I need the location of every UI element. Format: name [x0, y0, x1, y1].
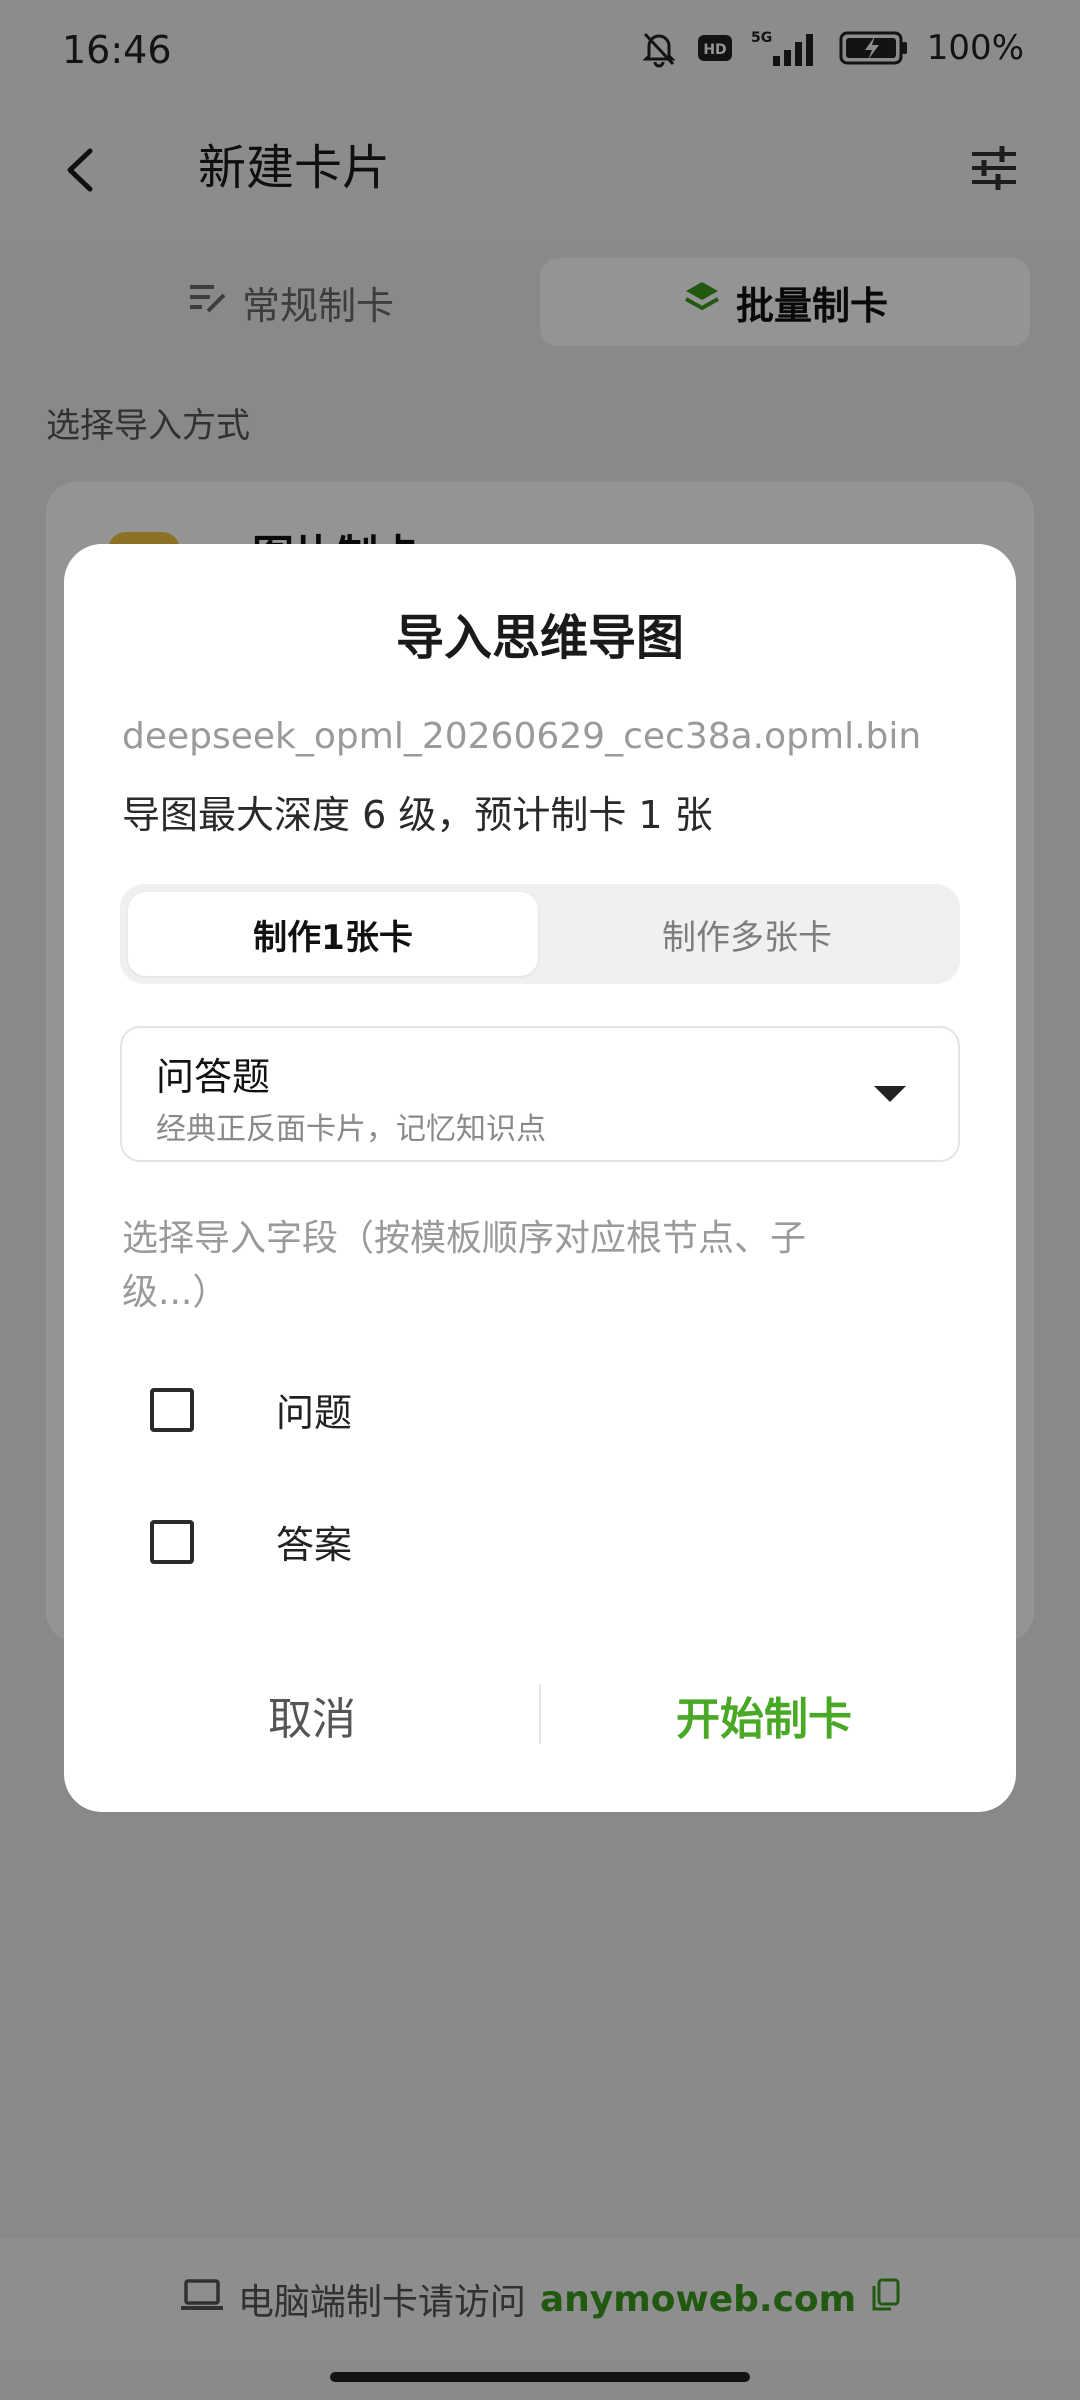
template-name: 问答题	[156, 1055, 271, 1099]
field-label: 答案	[276, 1523, 353, 1567]
card-count-toggle: 制作1张卡 制作多张卡	[120, 884, 960, 984]
cancel-button[interactable]: 取消	[102, 1670, 522, 1760]
field-option-question[interactable]: 问题	[120, 1360, 960, 1470]
caret-down-icon	[874, 1086, 906, 1102]
tab-single-card[interactable]: 制作1张卡	[128, 892, 538, 976]
field-option-answer[interactable]: 答案	[120, 1492, 960, 1602]
answer-checkbox[interactable]	[150, 1520, 194, 1564]
start-making-cards-button[interactable]: 开始制卡	[554, 1670, 974, 1760]
tab-multiple-cards[interactable]: 制作多张卡	[542, 892, 952, 976]
template-description: 经典正反面卡片，记忆知识点	[156, 1112, 546, 1147]
file-name: deepseek_opml_20260629_cec38a.opml.bin	[122, 716, 922, 757]
file-info: 导图最大深度 6 级，预计制卡 1 张	[122, 793, 713, 837]
dialog-title: 导入思维导图	[395, 610, 684, 666]
field-instructions: 选择导入字段（按模板顺序对应根节点、子级...）	[122, 1218, 807, 1313]
template-dropdown[interactable]: 问答题 经典正反面卡片，记忆知识点	[120, 1026, 960, 1162]
action-divider	[539, 1684, 541, 1744]
question-checkbox[interactable]	[150, 1388, 194, 1432]
dialog-actions: 取消 开始制卡	[64, 1670, 1016, 1760]
import-mindmap-dialog: 导入思维导图 deepseek_opml_20260629_cec38a.opm…	[64, 544, 1016, 1812]
field-label: 问题	[276, 1391, 353, 1435]
